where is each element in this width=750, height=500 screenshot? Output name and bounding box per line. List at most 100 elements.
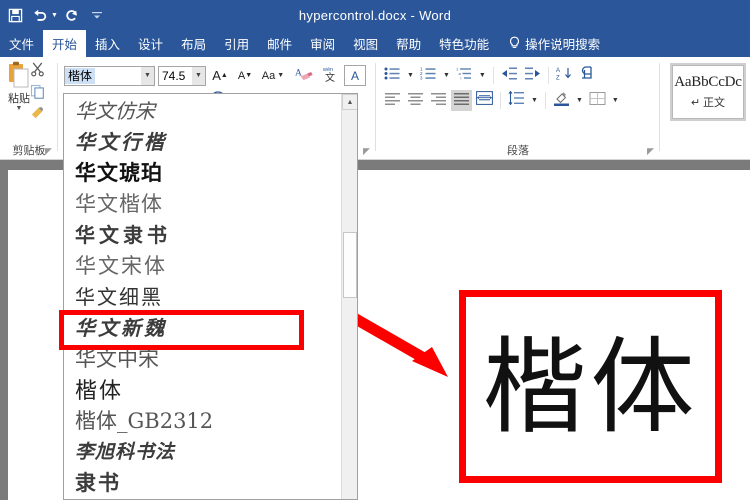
font-list-item[interactable]: 华文中宋 [64, 342, 342, 373]
multilevel-list-button[interactable]: 1 a i [454, 65, 475, 86]
font-list-item[interactable]: 华文楷体 [64, 187, 342, 218]
distribute-icon [476, 91, 493, 110]
numbering-button[interactable]: 1 2 3 [418, 65, 439, 86]
borders-button[interactable] [587, 90, 608, 111]
document-title: hypercontrol.docx - Word [0, 0, 750, 30]
clipboard-dialog-launcher[interactable]: ◤ [43, 146, 54, 157]
align-center-icon [407, 92, 424, 110]
callout-box: 楷体 [459, 290, 722, 483]
paste-dropdown-caret[interactable]: ▼ [16, 106, 23, 112]
font-list-item[interactable]: 华文隶书 [64, 218, 342, 249]
svg-text:A: A [556, 68, 560, 74]
font-size-combo[interactable]: 74.5 ▼ [158, 66, 206, 86]
character-border-button[interactable]: A [344, 65, 366, 86]
phonetic-guide-icon: wén 文 [321, 65, 339, 86]
font-list-item[interactable]: 华文琥珀 [64, 156, 342, 187]
lightbulb-icon [508, 36, 521, 51]
tab-review[interactable]: 审阅 [301, 30, 344, 57]
increase-indent-button[interactable] [522, 65, 543, 86]
ribbon-tab-bar: 文件 开始 插入 设计 布局 引用 邮件 审阅 视图 帮助 特色功能 操作说明搜… [0, 30, 750, 57]
style-name-label: ↵ 正文 [691, 94, 725, 110]
multilevel-dropdown-caret[interactable]: ▼ [477, 72, 488, 79]
decrease-indent-button[interactable] [499, 65, 520, 86]
decrease-indent-icon [501, 66, 518, 86]
grow-font-label: A [212, 68, 221, 83]
bullets-dropdown-caret[interactable]: ▼ [405, 72, 416, 79]
font-list-item-kaiti[interactable]: 楷体 [64, 373, 342, 404]
tell-me-label: 操作说明搜索 [525, 34, 600, 53]
word-window: ▼ hypercontrol.docx - Word 文件 开始 插入 设计 布… [0, 0, 750, 500]
copy-button[interactable] [26, 83, 48, 104]
font-list-item[interactable]: 隶书 [64, 466, 342, 497]
cut-button[interactable] [26, 61, 48, 82]
borders-dropdown-caret[interactable]: ▼ [610, 97, 621, 104]
tab-file[interactable]: 文件 [0, 30, 43, 57]
scissors-icon [30, 62, 45, 82]
font-list-item[interactable]: 楷体_GB2312 [64, 404, 342, 435]
style-sample-text: AaBbCcDc [674, 74, 742, 91]
scroll-up-arrow-icon[interactable]: ▲ [342, 94, 358, 110]
tab-special-features[interactable]: 特色功能 [430, 30, 498, 57]
font-name-combo[interactable]: 楷体 ▼ [64, 66, 155, 86]
font-name-dropdown-list[interactable]: 华文仿宋 华文行楷 华文琥珀 华文楷体 华文隶书 华文宋体 华文细黑 华文新魏 … [63, 93, 358, 500]
justify-button[interactable] [451, 90, 472, 111]
clear-formatting-button[interactable]: A [292, 65, 316, 86]
font-list-item[interactable]: 华文新魏 [64, 311, 342, 342]
bullets-button[interactable] [382, 65, 403, 86]
tab-layout[interactable]: 布局 [172, 30, 215, 57]
font-name-value[interactable]: 楷体 [65, 68, 95, 84]
phonetic-guide-button[interactable]: wén 文 [319, 65, 341, 86]
sort-button[interactable]: A Z [554, 65, 575, 86]
show-paragraph-marks-icon [579, 66, 596, 86]
increase-indent-icon [524, 66, 541, 86]
font-size-value[interactable]: 74.5 [159, 68, 188, 84]
distribute-button[interactable] [474, 90, 495, 111]
group-styles: AaBbCcDc ↵ 正文 [660, 57, 750, 160]
tab-view[interactable]: 视图 [344, 30, 387, 57]
clear-formatting-icon: A [295, 66, 314, 86]
align-right-button[interactable] [428, 90, 449, 111]
tab-design[interactable]: 设计 [129, 30, 172, 57]
grow-font-button[interactable]: A▲ [209, 65, 231, 86]
save-icon[interactable] [4, 4, 26, 26]
change-case-button[interactable]: Aa ▼ [259, 65, 289, 86]
shading-dropdown-caret[interactable]: ▼ [574, 97, 585, 104]
character-border-label: A [351, 69, 359, 83]
shrink-font-button[interactable]: A▼ [234, 65, 256, 86]
numbering-dropdown-caret[interactable]: ▼ [441, 72, 452, 79]
undo-dropdown-caret[interactable]: ▼ [51, 12, 58, 19]
sort-icon: A Z [556, 66, 573, 86]
font-list-item[interactable]: 华文细黑 [64, 280, 342, 311]
font-list-scrollbar[interactable]: ▲ [341, 94, 357, 499]
tab-help[interactable]: 帮助 [387, 30, 430, 57]
shading-icon [553, 91, 570, 111]
show-paragraph-marks-button[interactable] [577, 65, 598, 86]
font-name-dropdown-arrow[interactable]: ▼ [141, 67, 154, 85]
group-clipboard: 粘贴 ▼ [0, 57, 58, 160]
format-painter-button[interactable] [26, 105, 48, 126]
scrollbar-thumb[interactable] [343, 232, 357, 298]
align-left-button[interactable] [382, 90, 403, 111]
line-spacing-button[interactable] [506, 90, 527, 111]
font-dialog-launcher[interactable]: ◤ [361, 146, 372, 157]
align-center-button[interactable] [405, 90, 426, 111]
redo-icon[interactable] [61, 4, 83, 26]
font-list-item[interactable]: 华文行楷 [64, 125, 342, 156]
tab-references[interactable]: 引用 [215, 30, 258, 57]
font-list-item[interactable]: 华文宋体 [64, 249, 342, 280]
paragraph-row-2: ▼ ▼ [382, 90, 621, 111]
font-list-item[interactable]: 李旭科书法 [64, 435, 342, 466]
tab-home[interactable]: 开始 [43, 30, 86, 57]
tab-insert[interactable]: 插入 [86, 30, 129, 57]
customize-qat-icon[interactable] [86, 4, 108, 26]
style-normal[interactable]: AaBbCcDc ↵ 正文 [672, 65, 744, 119]
font-list-item[interactable]: 华文仿宋 [64, 94, 342, 125]
paragraph-dialog-launcher[interactable]: ◤ [645, 146, 656, 157]
undo-icon[interactable] [29, 4, 51, 26]
svg-text:Z: Z [556, 75, 560, 81]
font-size-dropdown-arrow[interactable]: ▼ [192, 67, 205, 85]
shading-button[interactable] [551, 90, 572, 111]
line-spacing-dropdown-caret[interactable]: ▼ [529, 97, 540, 104]
tab-mailings[interactable]: 邮件 [258, 30, 301, 57]
tell-me-search[interactable]: 操作说明搜索 [498, 30, 600, 57]
